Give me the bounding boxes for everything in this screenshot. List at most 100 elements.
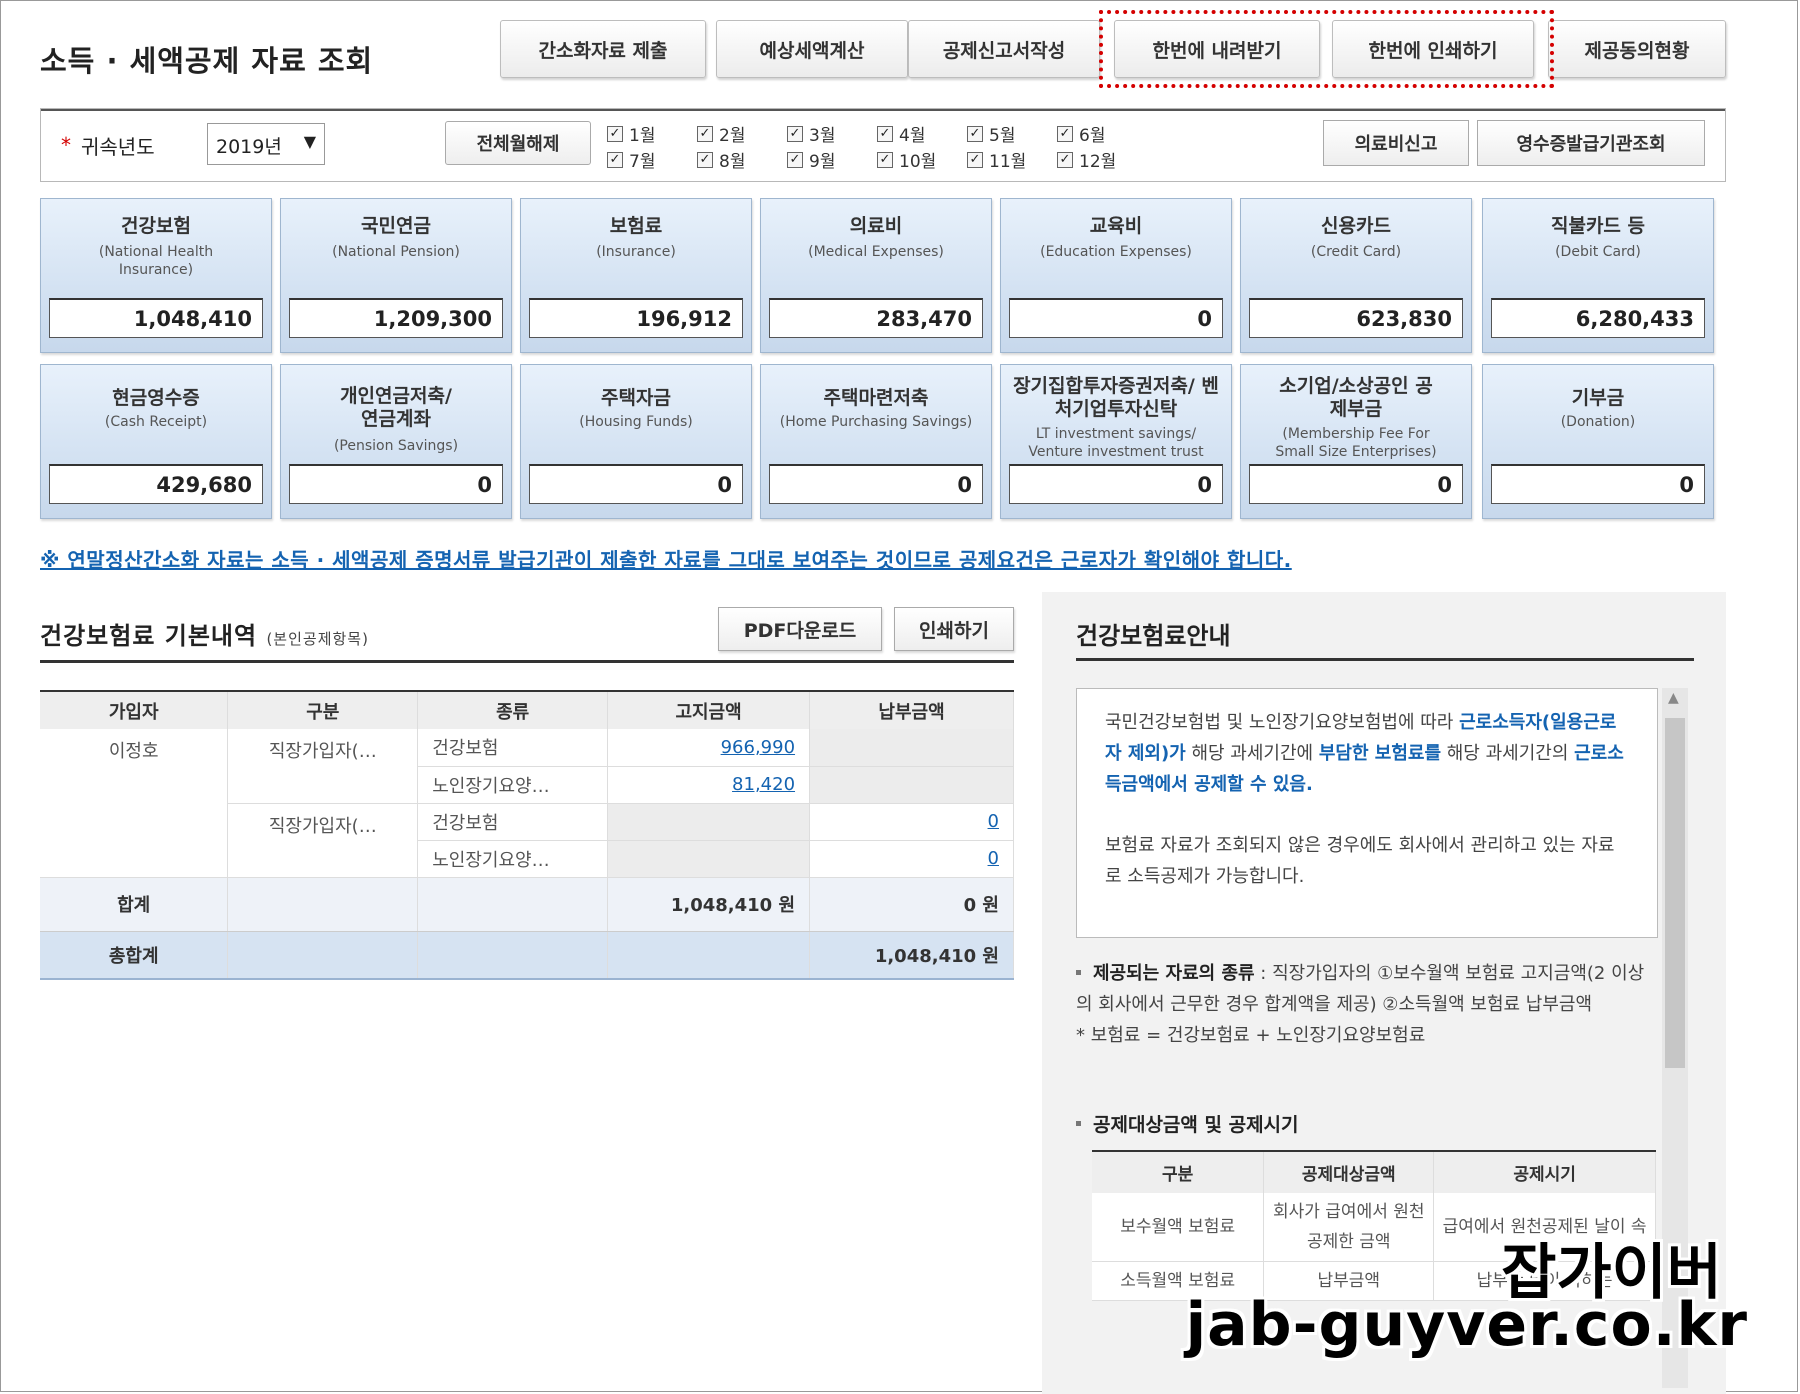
card-value: 0 [1009,464,1223,504]
month-checkbox-9[interactable]: ✓ 9월 [787,147,835,172]
kind-cell: 건강보험 [417,729,609,767]
card-education-expenses[interactable]: 교육비 (Education Expenses) 0 [1000,198,1232,353]
guide-title: 건강보험료안내 [1076,622,1231,650]
health-insurance-section-title: 건강보험료 기본내역 (본인공제항목) [40,622,369,650]
page-title: 소득 · 세액공제 자료 조회 [40,44,374,78]
card-value: 0 [529,464,743,504]
card-health-insurance[interactable]: 건강보험 (National Health Insurance) 1,048,4… [40,198,272,353]
checkmark-icon: ✓ [787,151,803,168]
guide-text-box: 국민건강보험법 및 노인장기요양보험법에 따라 근로소득자(일용근로자 제외)가… [1076,688,1658,938]
month-checkbox-3[interactable]: ✓ 3월 [787,121,835,146]
card-credit-card[interactable]: 신용카드 (Credit Card) 623,830 [1240,198,1472,353]
checkmark-icon: ✓ [877,151,893,168]
guide-divider [1076,658,1694,661]
kind-cell: 노인장기요양… [417,766,609,804]
sum-billed: 1,048,410 원 [607,877,811,932]
card-housing-funds[interactable]: 주택자금 (Housing Funds) 0 [520,364,752,519]
card-value: 6,280,433 [1491,298,1705,338]
section-title-note: (본인공제항목) [266,630,369,648]
card-value: 0 [1009,298,1223,338]
card-small-enterprise-fee[interactable]: 소기업/소상공인 공제부금 (Membership Fee For Small … [1240,364,1472,519]
card-medical-expenses[interactable]: 의료비 (Medical Expenses) 283,470 [760,198,992,353]
billed-health-link[interactable]: 966,990 [721,737,795,758]
checkmark-icon: ✓ [607,125,623,142]
estimated-tax-button[interactable]: 예상세액계산 [716,20,908,78]
deduction-timing-heading: 공제대상금액 및 공제시기 [1076,1110,1299,1137]
guide-paragraph-1: 국민건강보험법 및 노인장기요양보험법에 따라 근로소득자(일용근로자 제외)가… [1105,712,1624,795]
card-cash-receipt[interactable]: 현금영수증 (Cash Receipt) 429,680 [40,364,272,519]
card-debit-card[interactable]: 직불카드 등 (Debit Card) 6,280,433 [1482,198,1714,353]
month-checkbox-6[interactable]: ✓ 6월 [1057,121,1105,146]
paid-amount-cell: 0 [809,803,1014,841]
card-national-pension[interactable]: 국민연금 (National Pension) 1,209,300 [280,198,512,353]
checkmark-icon: ✓ [967,151,983,168]
disclaimer-notice-link[interactable]: ※ 연말정산간소화 자료는 소득 · 세액공제 증명서류 발급기관이 제출한 자… [40,544,1292,573]
month-checkbox-4[interactable]: ✓ 4월 [877,121,925,146]
deduction-form-button[interactable]: 공제신고서작성 [908,20,1100,78]
watermark-url: jab-guyver.co.kr [1185,1290,1748,1360]
card-home-purchasing-savings[interactable]: 주택마련저축 (Home Purchasing Savings) 0 [760,364,992,519]
year-select[interactable]: 2019년 ▼ [207,123,325,165]
filter-bar: * 귀속년도 2019년 ▼ 전체월해제 ✓ 1월 ✓ 2월 ✓ 3월 ✓ 4월 ✓ 5월… [40,108,1726,182]
card-value: 429,680 [49,464,263,504]
year-label: 귀속년도 [81,135,155,159]
card-insurance[interactable]: 보험료 (Insurance) 196,912 [520,198,752,353]
sum-row: 합계 1,048,410 원 0 원 [40,877,1014,932]
card-pension-savings[interactable]: 개인연금저축/ 연금계좌 (Pension Savings) 0 [280,364,512,519]
kind-cell: 건강보험 [417,803,609,841]
data-types-info: 제공되는 자료의 종류 : 직장가입자의 ①보수월액 보험료 고지금액(2 이상… [1076,963,1645,1046]
month-checkbox-2[interactable]: ✓ 2월 [697,121,745,146]
kind-cell: 노인장기요양… [417,840,609,878]
checkmark-icon: ✓ [877,125,893,142]
consent-status-button[interactable]: 제공동의현황 [1548,20,1726,78]
paid-ltc-link[interactable]: 0 [988,848,999,869]
card-value: 1,209,300 [289,298,503,338]
month-checkbox-7[interactable]: ✓ 7월 [607,147,655,172]
month-checkbox-8[interactable]: ✓ 8월 [697,147,745,172]
card-value: 1,048,410 [49,298,263,338]
section-divider [40,660,1014,663]
card-value: 0 [1491,464,1705,504]
pdf-download-button[interactable]: PDF다운로드 [718,607,882,651]
clear-all-months-button[interactable]: 전체월해제 [445,121,591,165]
table-header-row: 구분 공제대상금액 공제시기 [1092,1150,1656,1193]
billed-amount-cell: 966,990 [607,729,811,767]
checkmark-icon: ✓ [607,151,623,168]
sum-paid: 0 원 [809,877,1014,932]
checkmark-icon: ✓ [697,125,713,142]
paid-health-link[interactable]: 0 [988,811,999,832]
checkmark-icon: ✓ [697,151,713,168]
billed-ltc-link[interactable]: 81,420 [732,774,795,795]
receipt-issuer-lookup-button[interactable]: 영수증발급기관조회 [1477,120,1705,166]
paid-amount-cell: 0 [809,840,1014,878]
bullet-icon [1076,1121,1081,1126]
card-value: 0 [1249,464,1463,504]
card-donation[interactable]: 기부금 (Donation) 0 [1482,364,1714,519]
required-mark: * [61,133,71,157]
submit-simplified-data-button[interactable]: 간소화자료 제출 [500,20,706,78]
grand-total-row: 총합계 1,048,410 원 [40,931,1014,980]
grand-total-value: 1,048,410 원 [809,931,1014,980]
month-checkbox-1[interactable]: ✓ 1월 [607,121,655,146]
medical-expense-report-button[interactable]: 의료비신고 [1323,120,1469,166]
dropdown-caret-icon: ▼ [303,132,316,151]
print-button[interactable]: 인쇄하기 [894,607,1014,651]
checkmark-icon: ✓ [787,125,803,142]
month-checkbox-12[interactable]: ✓ 12월 [1057,147,1116,172]
month-checkbox-5[interactable]: ✓ 5월 [967,121,1015,146]
card-lt-investment-savings[interactable]: 장기집합투자증권저축/ 벤처기업투자신탁 LT investment savin… [1000,364,1232,519]
paid-amount-cell [809,729,1014,767]
checkmark-icon: ✓ [1057,125,1073,142]
billed-amount-cell [607,803,811,841]
month-checkbox-10[interactable]: ✓ 10월 [877,147,936,172]
type-cell: 직장가입자(… [227,803,419,878]
table-header-row: 가입자 구분 종류 고지금액 납부금액 [40,690,1014,729]
card-value: 283,470 [769,298,983,338]
scroll-up-icon[interactable]: ▲ [1668,690,1679,706]
paid-amount-cell [809,766,1014,804]
card-value: 0 [769,464,983,504]
highlight-dotted-box [1099,10,1554,88]
scrollbar-thumb[interactable] [1665,718,1685,1068]
type-cell: 직장가입자(… [227,729,419,804]
month-checkbox-11[interactable]: ✓ 11월 [967,147,1026,172]
